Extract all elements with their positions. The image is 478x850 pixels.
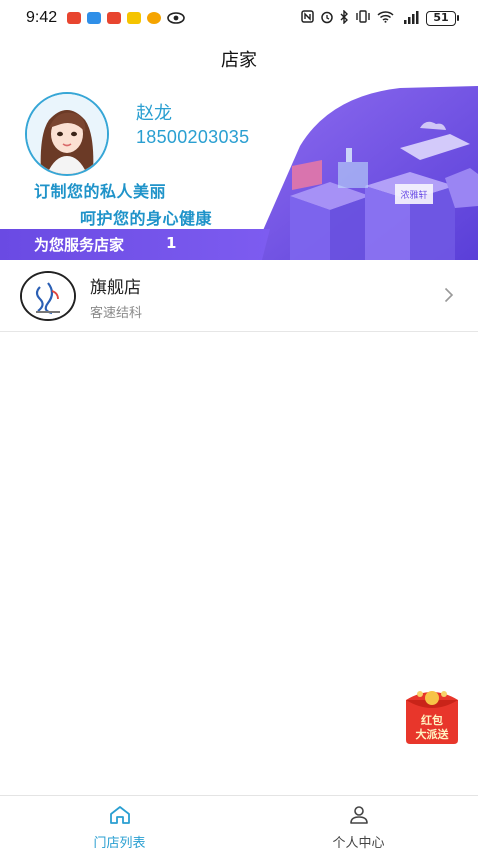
slogan-line-2: 呵护您的身心健康 xyxy=(80,209,213,228)
bluetooth-icon xyxy=(340,8,349,27)
slogan-line-1: 订制您的私人美丽 xyxy=(34,182,167,201)
svg-text:大派送: 大派送 xyxy=(416,727,450,741)
tab-personal-center[interactable]: 个人中心 xyxy=(239,796,478,850)
red-packet-button[interactable]: 红包 大派送 xyxy=(402,686,462,744)
app-notification-icon xyxy=(107,12,122,24)
home-icon xyxy=(109,805,131,829)
store-logo xyxy=(20,271,76,321)
battery-indicator: 51 xyxy=(426,10,459,26)
served-stores-label: 为您服务店家 xyxy=(34,236,125,254)
wifi-icon xyxy=(377,10,394,26)
svg-text:红包: 红包 xyxy=(421,713,443,727)
page-title: 店家 xyxy=(221,50,257,71)
profile-banner: 浓雅轩 赵龙 18500203035 订制您的私人美丽 呵护您的身心健康 为您服… xyxy=(0,86,478,260)
alarm-icon xyxy=(320,10,334,27)
user-phone: 18500203035 xyxy=(136,127,250,147)
app-notification-icon xyxy=(87,12,102,24)
served-stores-count: 1 xyxy=(166,234,177,252)
store-name: 旗舰店 xyxy=(90,278,141,298)
app-notification-icon xyxy=(67,12,82,24)
status-time: 9:42 xyxy=(26,9,58,26)
signal-icon xyxy=(400,10,420,27)
status-bar: 9:42 51 xyxy=(0,0,478,36)
eye-icon xyxy=(167,9,185,28)
tab-label: 个人中心 xyxy=(332,836,385,850)
nfc-icon xyxy=(301,10,314,26)
chevron-right-icon xyxy=(444,287,454,307)
svg-text:浓雅轩: 浓雅轩 xyxy=(400,189,427,201)
store-subtitle: 客速结科 xyxy=(90,306,143,321)
app-notification-icon xyxy=(147,12,162,24)
bottom-tab-bar: 门店列表 个人中心 xyxy=(0,795,478,850)
app-notification-icon xyxy=(127,12,142,24)
user-icon xyxy=(348,805,370,829)
store-list-item[interactable]: 旗舰店 客速结科 xyxy=(0,262,478,332)
vibrate-icon xyxy=(355,10,371,26)
avatar[interactable] xyxy=(25,92,109,176)
tab-label: 门店列表 xyxy=(93,836,146,850)
user-name: 赵龙 xyxy=(136,103,172,124)
tab-store-list[interactable]: 门店列表 xyxy=(0,796,239,850)
